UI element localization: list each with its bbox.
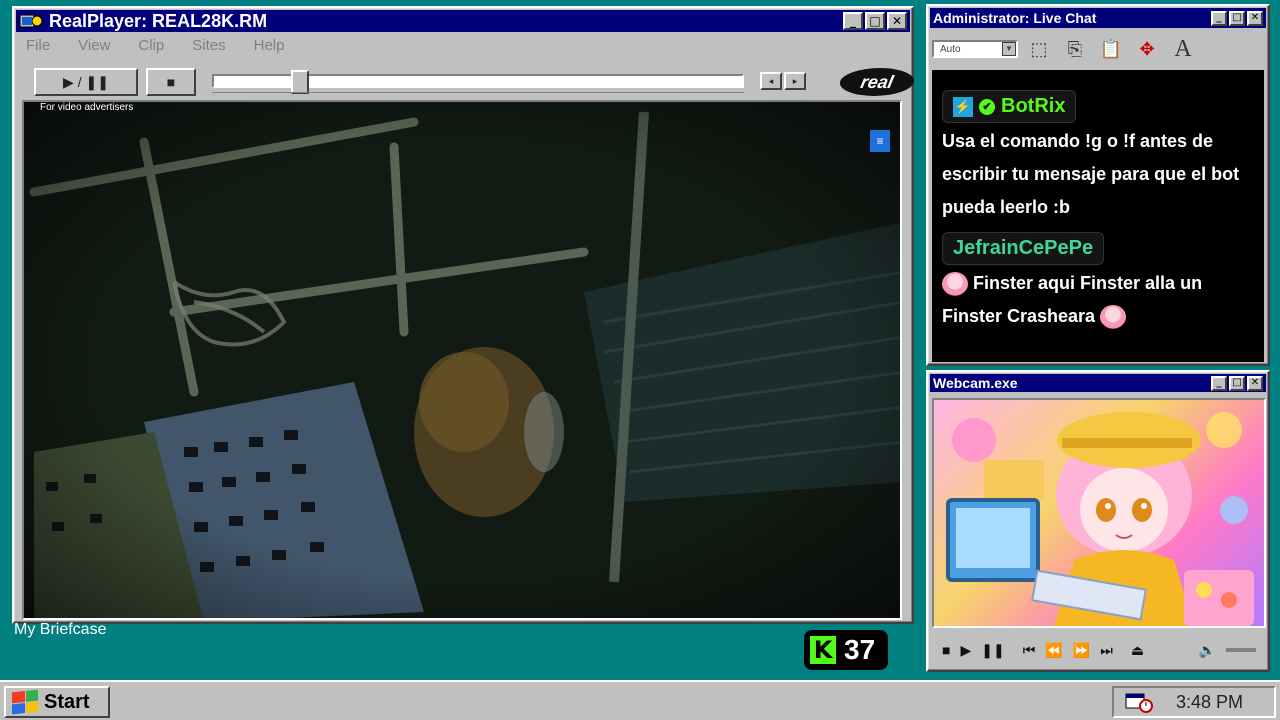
video-area[interactable]: For video advertisers ≡ bbox=[22, 100, 902, 620]
menu-sites[interactable]: Sites bbox=[192, 37, 225, 54]
webcam-title: Webcam.exe bbox=[933, 375, 1018, 391]
close-button[interactable]: ✕ bbox=[887, 12, 907, 30]
viewer-count-badge: K 37 bbox=[804, 630, 888, 670]
ad-text: For video advertisers bbox=[40, 102, 134, 113]
real-logo: real bbox=[837, 68, 917, 96]
start-button[interactable]: Start bbox=[4, 686, 110, 718]
chat-titlebar[interactable]: Administrator: Live Chat _ □ ✕ bbox=[930, 8, 1266, 28]
start-label: Start bbox=[44, 690, 90, 713]
live-chat-window[interactable]: Administrator: Live Chat _ □ ✕ Auto ▼ ⬚ ⎘… bbox=[926, 4, 1270, 366]
copy-icon[interactable]: ⎘ bbox=[1060, 34, 1090, 64]
seek-back-button[interactable]: ◂ bbox=[760, 72, 782, 90]
kick-logo-icon: K bbox=[810, 636, 836, 664]
menu-clip[interactable]: Clip bbox=[138, 37, 164, 54]
chat-username[interactable]: BotRix bbox=[1001, 95, 1065, 118]
chat-close-button[interactable]: ✕ bbox=[1247, 10, 1263, 26]
verified-badge-icon: ✔ bbox=[979, 98, 995, 115]
chat-toolbar: Auto ▼ ⬚ ⎘ 📋 ✥ A bbox=[928, 30, 1268, 68]
seek-slider-thumb[interactable] bbox=[290, 70, 309, 94]
webcam-minimize-button[interactable]: _ bbox=[1211, 375, 1227, 391]
select-icon[interactable]: ⬚ bbox=[1024, 34, 1054, 64]
scheduler-icon[interactable] bbox=[1124, 690, 1154, 714]
partial-message: ... bbox=[942, 72, 958, 82]
webcam-avatar-image bbox=[946, 412, 1254, 626]
pause-icon[interactable]: ❚❚ bbox=[981, 642, 1004, 659]
seek-forward-button[interactable]: ▸ bbox=[784, 72, 806, 90]
chat-messages[interactable]: ... ⚡ ✔ BotRix Usa el comando !g o !f an… bbox=[932, 70, 1264, 362]
windows-logo-icon bbox=[12, 689, 38, 715]
realplayer-title: RealPlayer: REAL28K.RM bbox=[49, 10, 268, 31]
webcam-titlebar[interactable]: Webcam.exe _ □ ✕ bbox=[930, 374, 1266, 392]
previous-icon[interactable]: ⏮ bbox=[1023, 642, 1036, 659]
emote-icon bbox=[1100, 305, 1127, 330]
realplayer-app-icon bbox=[19, 12, 43, 30]
webcam-view bbox=[932, 398, 1266, 628]
realplayer-window[interactable]: RealPlayer: REAL28K.RM _ □ ✕ File View C… bbox=[12, 6, 917, 624]
video-frame bbox=[24, 102, 900, 618]
seek-slider[interactable] bbox=[212, 70, 744, 94]
font-icon[interactable]: A bbox=[1168, 34, 1198, 64]
eject-icon[interactable]: ⏏ bbox=[1131, 642, 1144, 659]
video-menu-icon[interactable]: ≡ bbox=[870, 130, 890, 152]
webcam-close-button[interactable]: ✕ bbox=[1247, 375, 1263, 391]
chat-minimize-button[interactable]: _ bbox=[1211, 10, 1227, 26]
paste-icon[interactable]: 📋 bbox=[1096, 34, 1126, 64]
webcam-window[interactable]: Webcam.exe _ □ ✕ ■ ▶ ❚❚ ⏮ ⏪ ⏩ ⏭ ⏏ 🔈 bbox=[926, 370, 1270, 672]
chat-username-badge: ⚡ ✔ BotRix bbox=[942, 90, 1077, 123]
player-controls: ▶ / ❚❚ ■ ◂ ▸ real bbox=[34, 66, 917, 102]
font-size-value: Auto bbox=[940, 43, 961, 55]
play-pause-button[interactable]: ▶ / ❚❚ bbox=[34, 68, 138, 96]
move-icon[interactable]: ✥ bbox=[1132, 34, 1162, 64]
font-size-combo[interactable]: Auto ▼ bbox=[932, 40, 1018, 58]
chevron-down-icon[interactable]: ▼ bbox=[1002, 42, 1016, 56]
maximize-button[interactable]: □ bbox=[865, 12, 885, 30]
stop-button[interactable]: ■ bbox=[146, 68, 196, 96]
system-tray: 3:48 PM bbox=[1112, 686, 1276, 718]
menu-file[interactable]: File bbox=[26, 37, 50, 54]
realplayer-titlebar[interactable]: RealPlayer: REAL28K.RM _ □ ✕ bbox=[16, 10, 910, 32]
chat-title: Administrator: Live Chat bbox=[933, 10, 1097, 26]
stop-icon[interactable]: ■ bbox=[942, 642, 950, 658]
chat-username[interactable]: JefrainCePePe bbox=[953, 237, 1093, 260]
menu-help[interactable]: Help bbox=[254, 37, 285, 54]
chat-maximize-button[interactable]: □ bbox=[1229, 10, 1245, 26]
taskbar: Start 3:48 PM bbox=[0, 680, 1280, 720]
volume-slider[interactable] bbox=[1226, 648, 1256, 652]
menubar: File View Clip Sites Help bbox=[14, 34, 912, 56]
fast-forward-icon[interactable]: ⏩ bbox=[1073, 642, 1090, 659]
bot-badge-icon: ⚡ bbox=[953, 96, 973, 117]
emote-icon bbox=[942, 272, 968, 297]
chat-message-text: Finster aqui Finster alla un Finster Cra… bbox=[942, 273, 1203, 326]
briefcase-label[interactable]: My Briefcase bbox=[14, 621, 106, 639]
chat-message: Finster aqui Finster alla un Finster Cra… bbox=[942, 267, 1254, 333]
volume-icon[interactable]: 🔈 bbox=[1199, 642, 1216, 659]
menu-view[interactable]: View bbox=[78, 37, 110, 54]
viewer-count: 37 bbox=[844, 634, 876, 665]
play-icon[interactable]: ▶ bbox=[960, 642, 971, 659]
webcam-controls: ■ ▶ ❚❚ ⏮ ⏪ ⏩ ⏭ ⏏ 🔈 bbox=[932, 636, 1266, 664]
chat-username-badge: JefrainCePePe bbox=[942, 232, 1105, 265]
next-icon[interactable]: ⏭ bbox=[1100, 642, 1113, 659]
rewind-icon[interactable]: ⏪ bbox=[1045, 642, 1062, 659]
taskbar-clock[interactable]: 3:48 PM bbox=[1176, 692, 1243, 713]
webcam-maximize-button[interactable]: □ bbox=[1229, 375, 1245, 391]
minimize-button[interactable]: _ bbox=[843, 12, 863, 30]
seek-ticks bbox=[212, 92, 744, 96]
chat-message-text: Usa el comando !g o !f antes de escribir… bbox=[942, 131, 1240, 217]
